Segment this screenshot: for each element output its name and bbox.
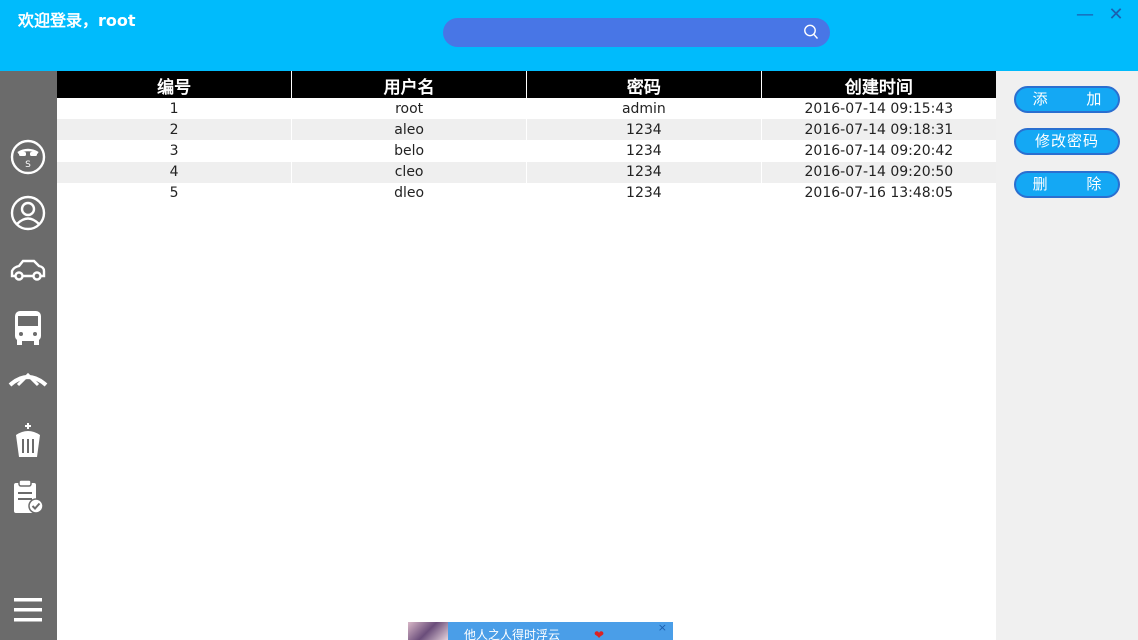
delete-button[interactable]: 删 除 bbox=[1014, 171, 1120, 198]
user-table: 编号 用户名 密码 创建时间 1 root admin 2016-07-14 0… bbox=[57, 71, 996, 204]
cell-password: admin bbox=[526, 98, 762, 120]
user-table-panel: 编号 用户名 密码 创建时间 1 root admin 2016-07-14 0… bbox=[57, 71, 996, 640]
album-art-image bbox=[408, 622, 448, 640]
now-playing-text: 他人之人得时浮云 bbox=[464, 628, 561, 640]
cell-password: 1234 bbox=[526, 119, 762, 141]
money-face-icon[interactable]: S bbox=[8, 137, 48, 177]
car-icon[interactable] bbox=[8, 251, 48, 291]
table-row[interactable]: 5 dleo 1234 2016-07-16 13:48:05 bbox=[57, 182, 996, 204]
cell-created: 2016-07-14 09:20:42 bbox=[760, 140, 996, 162]
welcome-text: 欢迎登录，root bbox=[18, 11, 136, 30]
table-row[interactable]: 4 cleo 1234 2016-07-14 09:20:50 bbox=[57, 161, 996, 183]
cell-created: 2016-07-14 09:20:50 bbox=[760, 161, 996, 183]
search-icon[interactable] bbox=[802, 23, 820, 41]
column-header-created[interactable]: 创建时间 bbox=[760, 71, 996, 98]
add-button[interactable]: 添 加 bbox=[1014, 86, 1120, 113]
cell-id: 4 bbox=[57, 161, 292, 183]
crown-icon[interactable] bbox=[8, 421, 48, 461]
user-icon[interactable] bbox=[8, 193, 48, 233]
cell-username: belo bbox=[291, 140, 527, 162]
cell-username: cleo bbox=[291, 161, 527, 183]
title-bar: 欢迎登录，root — ✕ bbox=[0, 0, 1138, 71]
table-header-row: 编号 用户名 密码 创建时间 bbox=[57, 71, 996, 98]
cell-username: aleo bbox=[291, 119, 527, 141]
cell-username: dleo bbox=[291, 182, 527, 204]
close-icon[interactable]: × bbox=[658, 622, 667, 634]
cell-username: root bbox=[291, 98, 527, 120]
cell-created: 2016-07-14 09:15:43 bbox=[760, 98, 996, 120]
column-header-id[interactable]: 编号 bbox=[57, 71, 292, 98]
column-header-password[interactable]: 密码 bbox=[526, 71, 762, 98]
cell-id: 2 bbox=[57, 119, 292, 141]
cell-id: 1 bbox=[57, 98, 292, 120]
infiniti-logo-icon[interactable] bbox=[8, 363, 48, 403]
menu-icon[interactable] bbox=[8, 590, 48, 630]
search-input[interactable] bbox=[443, 18, 830, 47]
cell-password: 1234 bbox=[526, 140, 762, 162]
table-row[interactable]: 3 belo 1234 2016-07-14 09:20:42 bbox=[57, 140, 996, 162]
bus-icon[interactable] bbox=[8, 307, 48, 347]
heart-icon[interactable]: ❤ bbox=[594, 629, 606, 640]
table-row[interactable]: 2 aleo 1234 2016-07-14 09:18:31 bbox=[57, 119, 996, 141]
cell-password: 1234 bbox=[526, 182, 762, 204]
change-password-button[interactable]: 修改密码 bbox=[1014, 128, 1120, 155]
music-player-popup[interactable]: 他人之人得时浮云 ❤ × bbox=[408, 622, 673, 640]
cell-id: 5 bbox=[57, 182, 292, 204]
table-row[interactable]: 1 root admin 2016-07-14 09:15:43 bbox=[57, 98, 996, 120]
close-button[interactable]: ✕ bbox=[1106, 5, 1126, 25]
column-header-username[interactable]: 用户名 bbox=[291, 71, 527, 98]
svg-text:S: S bbox=[25, 160, 31, 170]
cell-created: 2016-07-14 09:18:31 bbox=[760, 119, 996, 141]
clipboard-check-icon[interactable] bbox=[8, 477, 48, 517]
cell-created: 2016-07-16 13:48:05 bbox=[760, 182, 996, 204]
action-panel: 添 加 修改密码 删 除 bbox=[996, 71, 1138, 640]
cell-id: 3 bbox=[57, 140, 292, 162]
minimize-button[interactable]: — bbox=[1075, 5, 1095, 25]
cell-password: 1234 bbox=[526, 161, 762, 183]
sidebar: S bbox=[0, 71, 57, 640]
